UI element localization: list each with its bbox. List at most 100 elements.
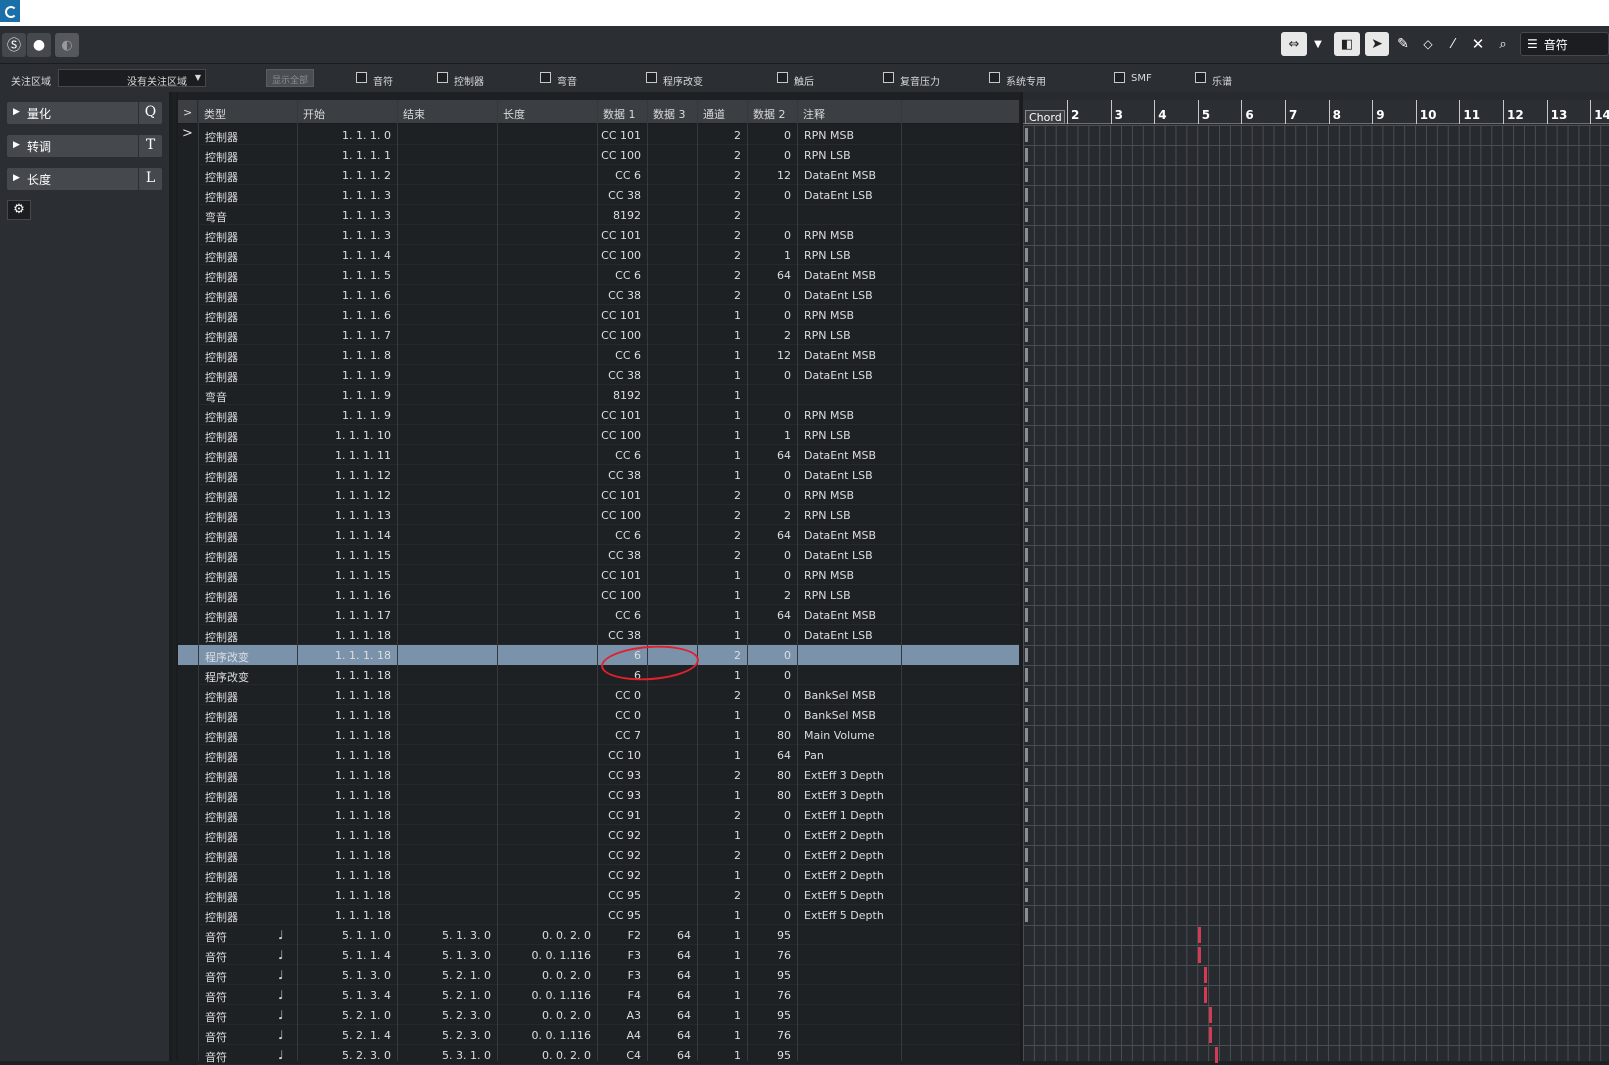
table-cell[interactable]: 5. 1. 1. 4: [298, 945, 397, 965]
table-cell[interactable]: 2: [698, 805, 747, 825]
column-header[interactable]: 数据 3: [648, 100, 698, 124]
table-cell[interactable]: 64: [648, 945, 697, 965]
table-cell[interactable]: 0: [748, 565, 797, 585]
table-cell[interactable]: 5. 1. 3. 0: [398, 925, 497, 945]
table-cell[interactable]: [498, 725, 597, 745]
table-cell[interactable]: 0: [748, 145, 797, 165]
table-cell[interactable]: 64: [648, 985, 697, 1005]
table-cell[interactable]: 1: [698, 965, 747, 985]
table-cell[interactable]: 1. 1. 1. 6: [298, 285, 397, 305]
table-cell[interactable]: CC 38: [598, 365, 647, 385]
table-cell[interactable]: 6: [598, 665, 647, 685]
table-cell[interactable]: 控制器: [199, 565, 297, 585]
table-cell[interactable]: 2: [698, 545, 747, 565]
table-cell[interactable]: A3: [598, 1005, 647, 1025]
table-cell[interactable]: 控制器: [199, 525, 297, 545]
event-marker[interactable]: [1025, 548, 1028, 562]
table-cell[interactable]: [498, 305, 597, 325]
filter-checkbox[interactable]: [883, 72, 894, 83]
note-event[interactable]: [1209, 1007, 1213, 1023]
event-marker[interactable]: [1025, 788, 1028, 802]
table-row[interactable]: 音符 5. 1. 1. 4 5. 1. 3. 0 0. 0. 1.116 F3 64 1 76…: [178, 945, 1019, 965]
table-row[interactable]: 控制器 1. 1. 1. 4 CC 100 2 1 RPN LSB: [178, 245, 1019, 265]
table-cell[interactable]: 1. 1. 1. 18: [298, 845, 397, 865]
table-cell[interactable]: ExtEff 2 Depth: [798, 845, 901, 865]
table-cell[interactable]: 1: [698, 345, 747, 365]
event-marker[interactable]: [1025, 588, 1028, 602]
table-cell[interactable]: [648, 825, 697, 845]
table-cell[interactable]: [498, 505, 597, 525]
table-cell[interactable]: 2: [698, 885, 747, 905]
event-marker[interactable]: [1025, 768, 1028, 782]
table-cell[interactable]: RPN LSB: [798, 325, 901, 345]
table-cell[interactable]: 8192: [598, 385, 647, 405]
table-cell[interactable]: 程序改变: [199, 645, 297, 665]
table-cell[interactable]: 76: [748, 1025, 797, 1045]
zoom-icon[interactable]: ⌕: [1491, 32, 1515, 56]
table-cell[interactable]: [498, 565, 597, 585]
table-cell[interactable]: 控制器: [199, 345, 297, 365]
table-cell[interactable]: 1: [748, 245, 797, 265]
table-cell[interactable]: [398, 645, 497, 665]
table-cell[interactable]: 80: [748, 725, 797, 745]
event-marker[interactable]: [1025, 368, 1028, 382]
table-row[interactable]: 控制器 1. 1. 1. 2 CC 6 2 12 DataEnt MSB: [178, 165, 1019, 185]
table-cell[interactable]: 95: [748, 1045, 797, 1065]
table-row[interactable]: 控制器 1. 1. 1. 12 CC 38 1 0 DataEnt LSB: [178, 465, 1019, 485]
table-cell[interactable]: [398, 605, 497, 625]
chevron-down-icon[interactable]: ▼: [1308, 32, 1328, 56]
table-cell[interactable]: CC 6: [598, 605, 647, 625]
table-cell[interactable]: 控制器: [199, 445, 297, 465]
table-cell[interactable]: [398, 145, 497, 165]
table-cell[interactable]: 5. 1. 3. 0: [398, 945, 497, 965]
table-cell[interactable]: 0: [748, 825, 797, 845]
event-marker[interactable]: [1025, 188, 1028, 202]
table-cell[interactable]: 1: [698, 945, 747, 965]
table-cell[interactable]: [648, 225, 697, 245]
table-cell[interactable]: ExtEff 3 Depth: [798, 785, 901, 805]
table-cell[interactable]: 1: [698, 665, 747, 685]
table-cell[interactable]: 1. 1. 1. 18: [298, 625, 397, 645]
table-row[interactable]: 控制器 1. 1. 1. 3 CC 38 2 0 DataEnt LSB: [178, 185, 1019, 205]
table-cell[interactable]: [498, 685, 597, 705]
table-row[interactable]: 控制器 1. 1. 1. 15 CC 38 2 0 DataEnt LSB: [178, 545, 1019, 565]
note-event[interactable]: [1198, 927, 1202, 943]
table-cell[interactable]: 1: [698, 825, 747, 845]
expand-all-button[interactable]: >: [178, 100, 198, 124]
event-marker[interactable]: [1025, 448, 1028, 462]
table-cell[interactable]: CC 95: [598, 885, 647, 905]
table-row[interactable]: 控制器 1. 1. 1. 14 CC 6 2 64 DataEnt MSB: [178, 525, 1019, 545]
table-row[interactable]: 弯音 1. 1. 1. 3 8192 2: [178, 205, 1019, 225]
table-row[interactable]: 控制器 1. 1. 1. 5 CC 6 2 64 DataEnt MSB: [178, 265, 1019, 285]
table-row[interactable]: 控制器 1. 1. 1. 16 CC 100 1 2 RPN LSB: [178, 585, 1019, 605]
table-cell[interactable]: 5. 1. 1. 0: [298, 925, 397, 945]
table-cell[interactable]: [398, 625, 497, 645]
column-header[interactable]: 开始: [298, 100, 398, 124]
table-cell[interactable]: [648, 285, 697, 305]
table-cell[interactable]: DataEnt MSB: [798, 345, 901, 365]
filter-checkbox[interactable]: [437, 72, 448, 83]
table-cell[interactable]: [648, 505, 697, 525]
table-cell[interactable]: 64: [748, 745, 797, 765]
table-row[interactable]: 音符 5. 1. 3. 4 5. 2. 1. 0 0. 0. 1.116 F4 64 1 76…: [178, 985, 1019, 1005]
table-row[interactable]: 音符 5. 2. 1. 4 5. 2. 3. 0 0. 0. 1.116 A4 64 1 76…: [178, 1025, 1019, 1045]
table-cell[interactable]: CC 101: [598, 125, 647, 145]
table-cell[interactable]: [498, 125, 597, 145]
event-marker[interactable]: [1025, 648, 1028, 662]
event-marker[interactable]: [1025, 888, 1028, 902]
table-cell[interactable]: CC 38: [598, 625, 647, 645]
table-cell[interactable]: CC 6: [598, 265, 647, 285]
table-cell[interactable]: 1. 1. 1. 18: [298, 705, 397, 725]
event-marker[interactable]: [1025, 288, 1028, 302]
table-cell[interactable]: 控制器: [199, 245, 297, 265]
table-cell[interactable]: CC 100: [598, 325, 647, 345]
table-cell[interactable]: BankSel MSB: [798, 685, 901, 705]
filter-checkbox[interactable]: [989, 72, 1000, 83]
table-cell[interactable]: [798, 945, 901, 965]
table-cell[interactable]: CC 101: [598, 405, 647, 425]
table-cell[interactable]: 2: [698, 265, 747, 285]
table-cell[interactable]: [498, 425, 597, 445]
table-cell[interactable]: [398, 865, 497, 885]
table-cell[interactable]: 控制器: [199, 425, 297, 445]
table-cell[interactable]: [498, 665, 597, 685]
